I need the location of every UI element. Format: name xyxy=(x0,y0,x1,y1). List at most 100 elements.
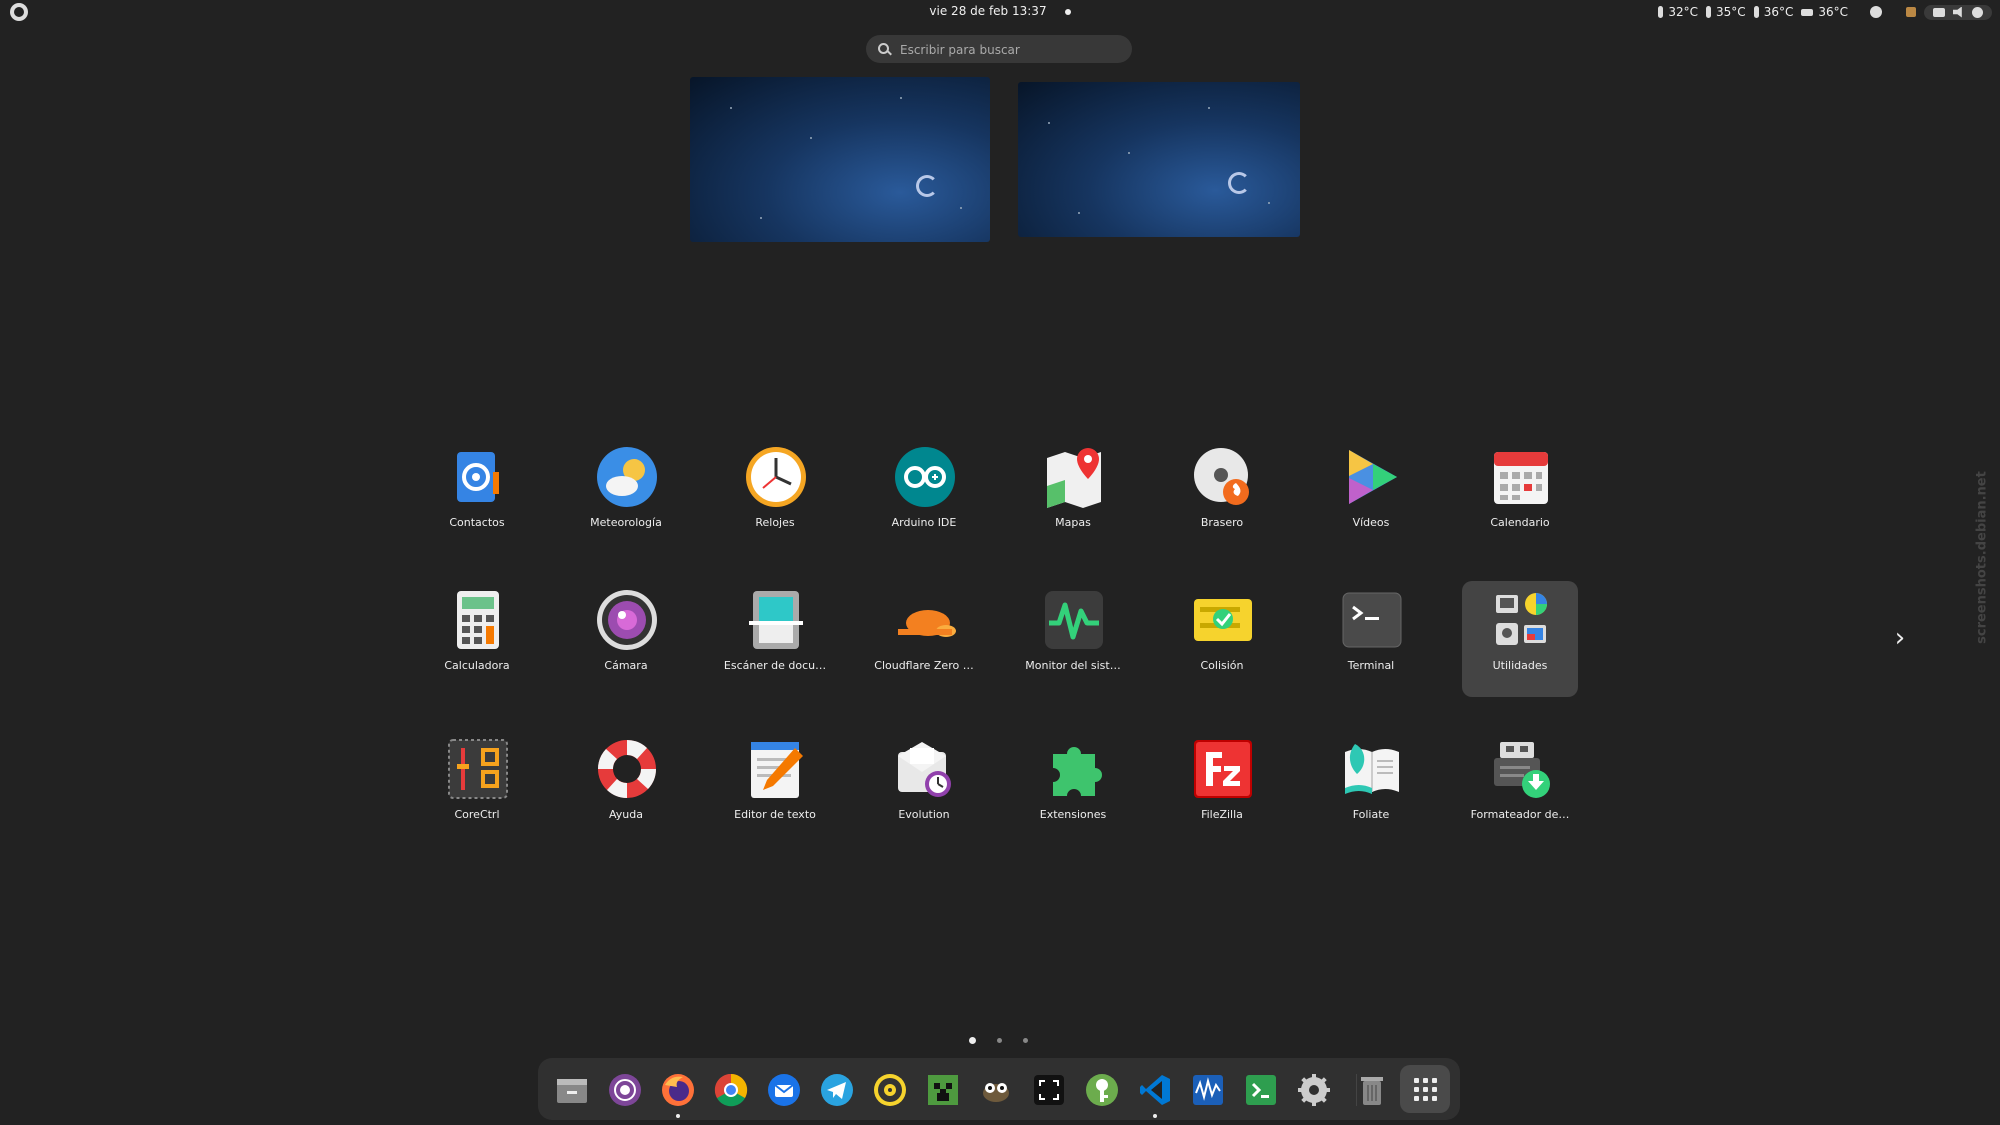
telegram-icon xyxy=(821,1074,853,1106)
display-icon xyxy=(1933,7,1945,17)
app-brasero[interactable]: Brasero xyxy=(1164,438,1280,554)
app-system-monitor[interactable]: Monitor del sist… xyxy=(1015,581,1131,697)
status-area[interactable]: 32°C 35°C 36°C 36°C xyxy=(1658,3,1992,21)
watermark: screenshots.debian.net xyxy=(1962,430,1992,690)
search-icon xyxy=(878,43,889,54)
app-corectrl[interactable]: CoreCtrl xyxy=(419,730,535,846)
system-menu[interactable] xyxy=(1924,4,1992,20)
app-folder-utilities[interactable]: Utilidades xyxy=(1462,581,1578,697)
thermometer-icon xyxy=(1706,6,1712,18)
app-extensions[interactable]: Extensiones xyxy=(1015,730,1131,846)
dock-chrome[interactable] xyxy=(709,1068,753,1112)
dock-files[interactable] xyxy=(550,1068,594,1112)
app-weather[interactable]: Meteorología xyxy=(568,438,684,554)
corectrl-icon xyxy=(448,739,508,799)
running-indicator xyxy=(676,1114,680,1118)
utilities-folder-icon xyxy=(1496,593,1547,645)
app-maps[interactable]: Mapas xyxy=(1015,438,1131,554)
clocks-icon xyxy=(746,447,806,507)
app-arduino[interactable]: Arduino IDE xyxy=(866,438,982,554)
app-scanner[interactable]: Escáner de docu… xyxy=(717,581,833,697)
contacts-icon xyxy=(457,452,499,502)
calculator-icon xyxy=(457,591,499,649)
dock-trash[interactable] xyxy=(1350,1068,1394,1112)
thermometer-icon xyxy=(1753,6,1759,18)
search-bar[interactable] xyxy=(866,35,1132,63)
dock-settings[interactable] xyxy=(1292,1068,1336,1112)
dock-vscode[interactable] xyxy=(1133,1068,1177,1118)
app-calendar[interactable]: Calendario xyxy=(1462,438,1578,554)
dock-screenshot[interactable] xyxy=(1027,1068,1071,1112)
workspace-thumbnail-2[interactable] xyxy=(1018,82,1300,237)
caffeine-icon[interactable] xyxy=(1870,6,1882,18)
dock-minecraft[interactable] xyxy=(921,1068,965,1112)
dock-keepassxc[interactable] xyxy=(1080,1068,1124,1112)
debian-swirl-icon xyxy=(1228,172,1250,194)
power-icon xyxy=(1972,6,1983,18)
app-label: Brasero xyxy=(1200,516,1244,529)
dock-terminal-green[interactable] xyxy=(1239,1068,1283,1112)
filezilla-icon xyxy=(1194,740,1252,798)
dock-firefox[interactable] xyxy=(656,1068,700,1118)
dock-gimp[interactable] xyxy=(974,1068,1018,1112)
tray-app-icon[interactable] xyxy=(1906,7,1916,17)
temp-sensor-2: 35°C xyxy=(1706,5,1746,19)
app-cloudflare[interactable]: Cloudflare Zero … xyxy=(866,581,982,697)
app-calculator[interactable]: Calculadora xyxy=(419,581,535,697)
extensions-icon xyxy=(1053,747,1102,796)
dock-telegram[interactable] xyxy=(815,1068,859,1112)
top-bar: vie 28 de feb 13:37 32°C 35°C 36°C 36°C xyxy=(0,0,2000,24)
app-label: Colisión xyxy=(1200,659,1244,672)
dock xyxy=(538,1058,1460,1120)
app-label: Editor de texto xyxy=(734,808,816,821)
temp-sensor-4: 36°C xyxy=(1801,5,1848,19)
dock-tor[interactable] xyxy=(603,1068,647,1112)
app-collision[interactable]: Colisión xyxy=(1164,581,1280,697)
calendar-icon xyxy=(1494,452,1548,504)
app-formatter[interactable]: Formateador de… xyxy=(1462,730,1578,846)
app-label: Mapas xyxy=(1055,516,1091,529)
foliate-icon xyxy=(1345,744,1399,794)
keepassxc-icon xyxy=(1086,1074,1118,1106)
app-label: Cámara xyxy=(604,659,648,672)
app-camera[interactable]: Cámara xyxy=(568,581,684,697)
dock-rhythmbox[interactable] xyxy=(868,1068,912,1112)
app-clocks[interactable]: Relojes xyxy=(717,438,833,554)
dock-waveform[interactable] xyxy=(1186,1068,1230,1112)
cloudflare-icon xyxy=(898,610,956,637)
videos-icon xyxy=(1349,450,1397,504)
screenshot-icon xyxy=(1034,1075,1064,1105)
workspace-thumbnail-1[interactable] xyxy=(690,77,990,242)
next-page-chevron-icon[interactable]: › xyxy=(1890,620,1910,656)
app-label: Cloudflare Zero … xyxy=(874,659,974,672)
app-label: Monitor del sist… xyxy=(1025,659,1121,672)
app-label: Evolution xyxy=(898,808,950,821)
formatter-icon xyxy=(1494,742,1550,798)
app-videos[interactable]: Vídeos xyxy=(1313,438,1429,554)
app-text-editor[interactable]: Editor de texto xyxy=(717,730,833,846)
app-evolution[interactable]: Evolution xyxy=(866,730,982,846)
search-input[interactable] xyxy=(898,39,1122,61)
help-icon xyxy=(598,740,656,798)
page-dot-1[interactable] xyxy=(969,1037,976,1044)
app-terminal[interactable]: Terminal xyxy=(1313,581,1429,697)
temp-sensor-3: 36°C xyxy=(1753,5,1793,19)
terminal-green-icon xyxy=(1246,1075,1276,1105)
show-apps-button[interactable] xyxy=(1400,1065,1450,1113)
app-contacts[interactable]: Contactos xyxy=(419,438,535,554)
clock-label: vie 28 de feb 13:37 xyxy=(929,4,1047,18)
dock-thunderbird[interactable] xyxy=(762,1068,806,1112)
app-label: Terminal xyxy=(1347,659,1395,672)
gimp-icon xyxy=(983,1083,1009,1102)
page-dot-2[interactable] xyxy=(997,1038,1002,1043)
volume-icon xyxy=(1953,6,1962,18)
app-label: Contactos xyxy=(449,516,505,529)
app-help[interactable]: Ayuda xyxy=(568,730,684,846)
app-filezilla[interactable]: FileZilla xyxy=(1164,730,1280,846)
files-icon xyxy=(557,1079,587,1103)
thermometer-icon xyxy=(1658,6,1664,18)
memory-icon xyxy=(1801,8,1814,16)
app-label: Vídeos xyxy=(1352,516,1390,529)
page-dot-3[interactable] xyxy=(1023,1038,1028,1043)
app-foliate[interactable]: Foliate xyxy=(1313,730,1429,846)
